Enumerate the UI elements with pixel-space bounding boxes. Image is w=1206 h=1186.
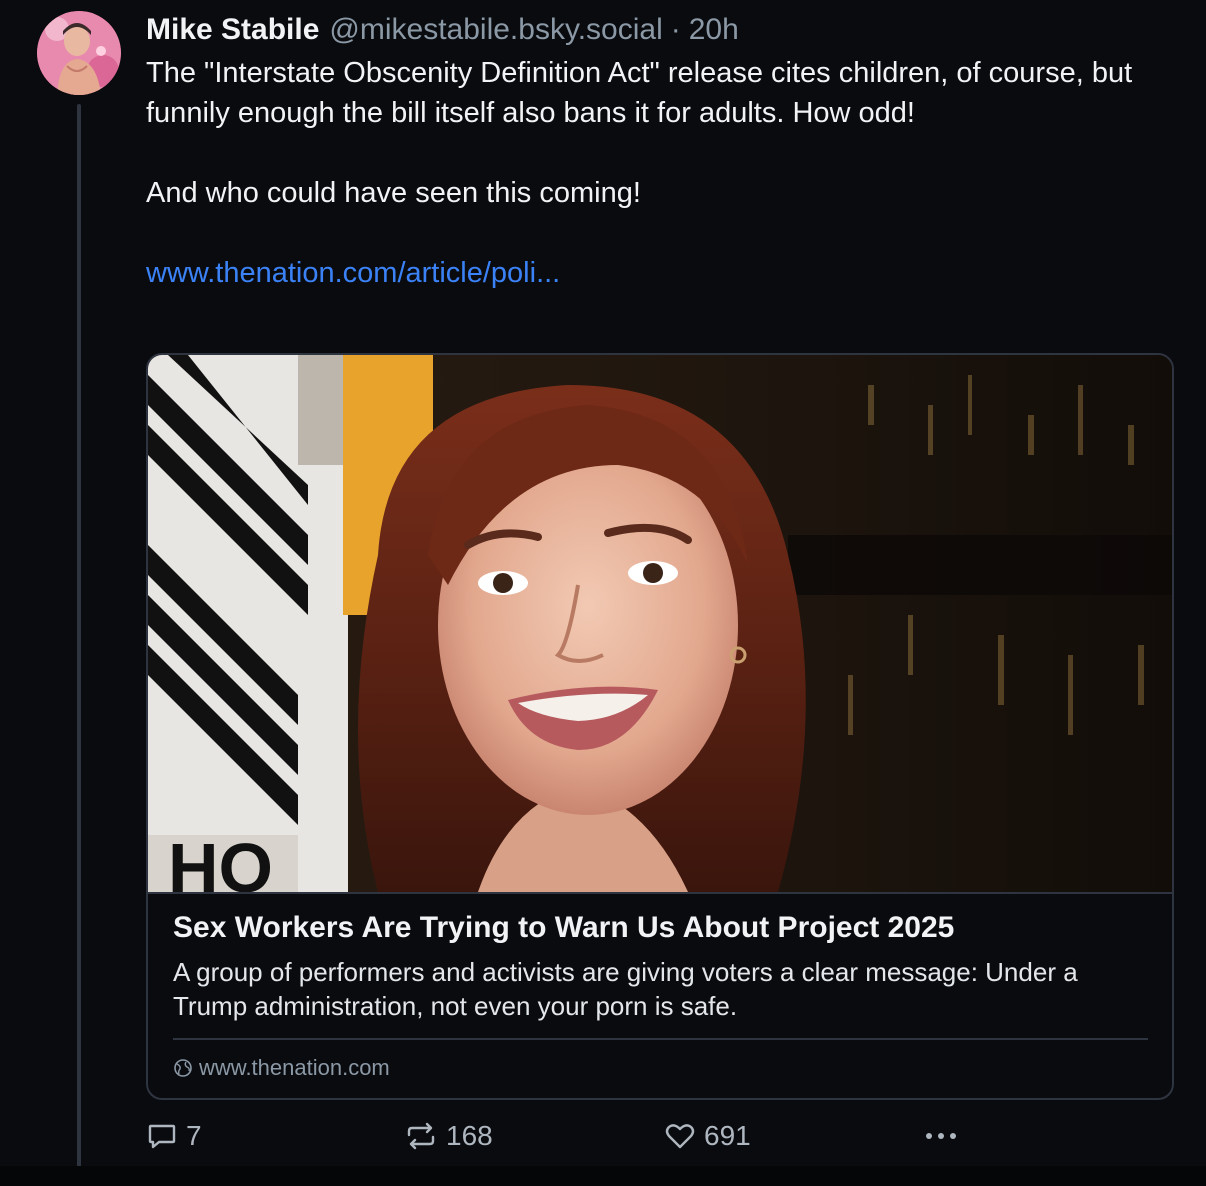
repost-button[interactable]: 168	[404, 1114, 493, 1158]
heart-icon	[665, 1124, 695, 1149]
thread-line	[77, 104, 81, 1186]
post-link[interactable]: www.thenation.com/article/poli...	[146, 257, 560, 289]
avatar-image	[37, 11, 121, 95]
post-body: The "Interstate Obscenity Definition Act…	[146, 53, 1146, 293]
avatar[interactable]	[37, 11, 121, 95]
link-card-domain: www.thenation.com	[173, 1051, 390, 1085]
reply-icon	[148, 1124, 176, 1149]
header-separator: ·	[670, 13, 681, 46]
globe-icon	[173, 1058, 193, 1078]
repost-count: 168	[446, 1120, 493, 1151]
svg-text:HO: HO	[168, 829, 273, 892]
link-card-divider	[173, 1038, 1148, 1040]
post-text-paragraph: And who could have seen this coming!	[146, 177, 641, 209]
more-icon	[926, 1133, 956, 1139]
post-actions: 7 168 691	[146, 1114, 986, 1158]
like-button[interactable]: 691	[664, 1114, 751, 1158]
post-header: Mike Stabile @mikestabile.bsky.social · …	[146, 10, 739, 50]
more-options-button[interactable]	[922, 1114, 968, 1158]
post[interactable]: Mike Stabile @mikestabile.bsky.social · …	[0, 0, 1206, 1186]
reply-count: 7	[186, 1120, 202, 1151]
link-card-domain-text: www.thenation.com	[199, 1055, 390, 1080]
author-handle[interactable]: @mikestabile.bsky.social	[329, 10, 662, 50]
post-separator	[0, 1166, 1206, 1186]
link-card-thumbnail: HO	[148, 355, 1172, 907]
post-timestamp[interactable]: 20h	[689, 10, 739, 50]
author-display-name[interactable]: Mike Stabile	[146, 10, 319, 50]
link-card-description: A group of performers and activists are …	[173, 957, 1078, 1021]
link-card[interactable]: HO Sex Workers Are Trying to Warn Us Abo…	[146, 353, 1174, 1100]
reply-button[interactable]: 7	[146, 1114, 202, 1158]
repost-icon	[407, 1122, 435, 1150]
post-text-paragraph: The "Interstate Obscenity Definition Act…	[146, 57, 1133, 129]
like-count: 691	[704, 1120, 751, 1151]
link-card-title[interactable]: Sex Workers Are Trying to Warn Us About …	[173, 908, 1153, 948]
